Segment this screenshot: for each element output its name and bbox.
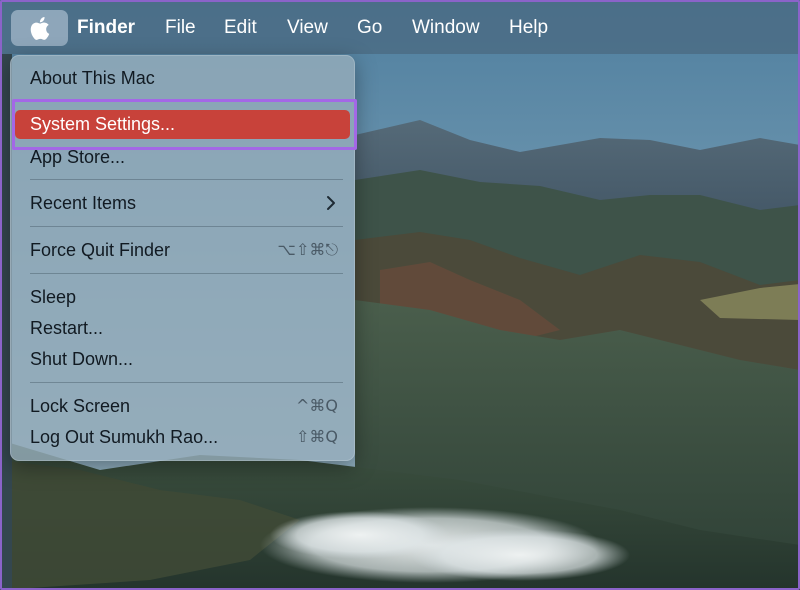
apple-menu-button[interactable] xyxy=(11,10,68,46)
menu-item-lock-screen[interactable]: Lock Screen ^⌘Q xyxy=(15,392,350,420)
menu-item-shortcut: ⇧⌘Q xyxy=(296,427,338,446)
menu-item-about-this-mac[interactable]: About This Mac xyxy=(15,64,350,92)
menu-item-label: Force Quit Finder xyxy=(30,240,171,260)
highlight-annotation-box xyxy=(12,99,357,150)
menu-go[interactable]: Go xyxy=(357,16,382,40)
menu-item-label: Shut Down... xyxy=(30,349,134,369)
menu-item-label: Recent Items xyxy=(30,193,137,213)
menu-item-sleep[interactable]: Sleep xyxy=(15,283,350,311)
menu-view[interactable]: View xyxy=(287,16,328,40)
menu-window[interactable]: Window xyxy=(412,16,480,40)
menu-item-label: About This Mac xyxy=(30,68,155,88)
menu-separator xyxy=(30,382,343,383)
menu-file[interactable]: File xyxy=(165,16,196,40)
menu-item-shortcut: ⌥⇧⌘⎋ xyxy=(277,240,339,259)
menu-separator xyxy=(30,273,343,274)
menu-help[interactable]: Help xyxy=(509,16,548,40)
menu-separator xyxy=(30,226,343,227)
menu-item-label: Sleep xyxy=(30,287,77,307)
chevron-right-icon xyxy=(327,196,335,210)
menu-item-restart[interactable]: Restart... xyxy=(15,314,350,342)
menu-item-log-out[interactable]: Log Out Sumukh Rao... ⇧⌘Q xyxy=(15,423,350,451)
menu-item-label: Log Out Sumukh Rao... xyxy=(30,427,219,447)
menu-item-label: Restart... xyxy=(30,318,104,338)
menu-item-shortcut: ^⌘Q xyxy=(296,396,338,415)
menu-separator xyxy=(30,179,343,180)
menu-item-recent-items[interactable]: Recent Items xyxy=(15,189,350,217)
menu-item-force-quit[interactable]: Force Quit Finder ⌥⇧⌘⎋ xyxy=(15,236,350,264)
menu-item-shut-down[interactable]: Shut Down... xyxy=(15,345,350,373)
menu-bar: Finder File Edit View Go Window Help xyxy=(0,0,800,54)
menu-finder[interactable]: Finder xyxy=(77,16,135,40)
menu-item-label: Lock Screen xyxy=(30,396,131,416)
apple-logo-icon xyxy=(30,16,50,40)
menu-edit[interactable]: Edit xyxy=(224,16,257,40)
